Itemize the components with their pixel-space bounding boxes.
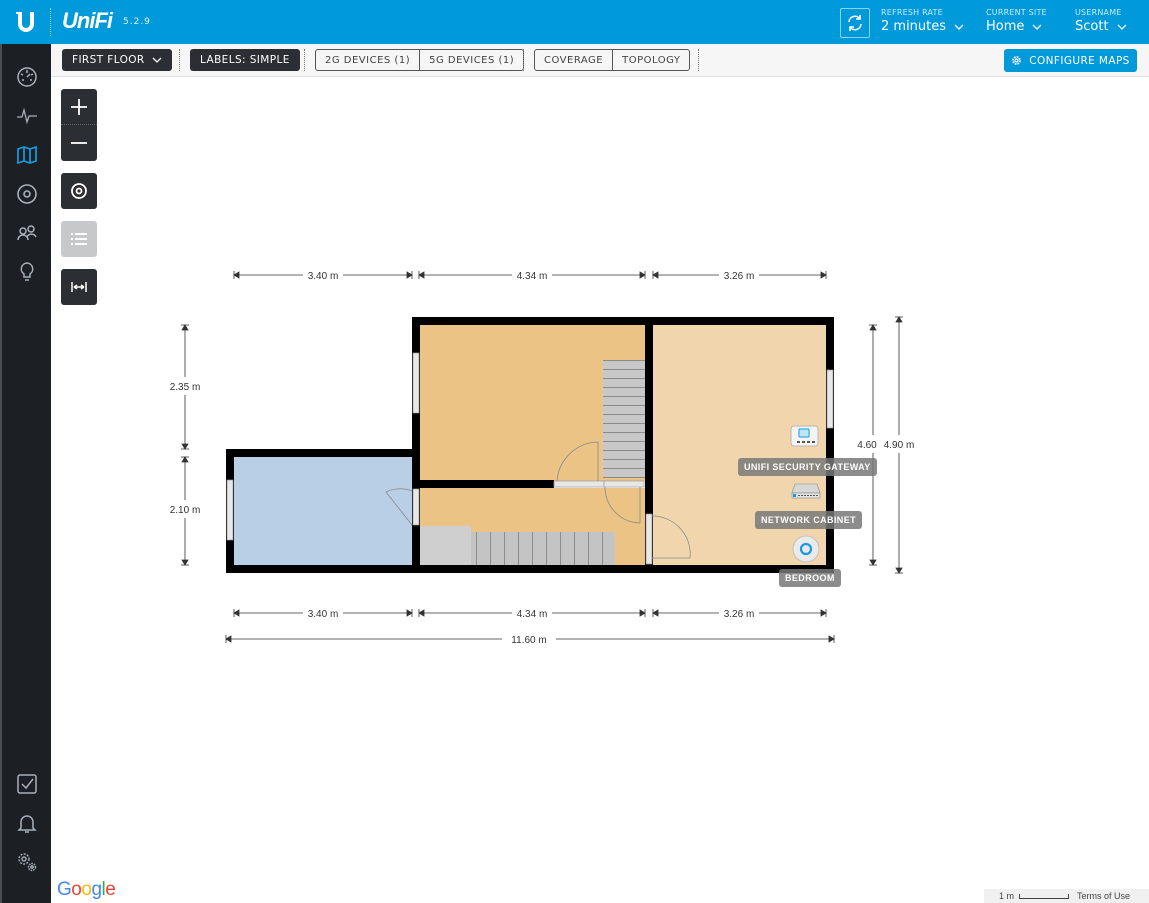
dim-line-left-2-arrow bbox=[181, 456, 189, 463]
dim-line-top-2-arrow bbox=[418, 271, 425, 279]
room-blue[interactable] bbox=[234, 457, 412, 565]
dim-left-1: 2.35 m bbox=[170, 382, 201, 393]
dim-left-2: 2.10 m bbox=[170, 505, 201, 516]
dim-line-total-arrow bbox=[828, 635, 835, 643]
scale-ruler bbox=[1019, 893, 1070, 899]
staircase-horizontal-landing bbox=[419, 526, 471, 565]
dim-line-top-2-arrow bbox=[639, 271, 646, 279]
dim-line-right-1-arrow bbox=[869, 559, 877, 566]
access-point-device-icon[interactable] bbox=[792, 535, 820, 563]
dim-line-left-1-arrow bbox=[181, 443, 189, 450]
staircase-horizontal bbox=[471, 532, 615, 565]
dim-line-top-1-arrow bbox=[406, 271, 413, 279]
dim-line-top-3-arrow bbox=[652, 271, 659, 279]
dim-total: 11.60 m bbox=[511, 635, 546, 646]
floorplan: 3.40 m 4.34 m 3.26 m 3.40 m 4.34 m 3.26 … bbox=[170, 271, 915, 646]
dim-line-top-3-arrow bbox=[820, 271, 827, 279]
dim-line-left-2-arrow bbox=[181, 559, 189, 566]
dim-top-3: 3.26 m bbox=[724, 271, 755, 282]
dim-top-2: 4.34 m bbox=[517, 271, 548, 282]
device-label-network-cabinet[interactable]: NETWORK CABINET bbox=[755, 511, 862, 529]
map-scale-bar: 1 m Terms of Use bbox=[984, 889, 1149, 903]
dim-right-1: 4.60 bbox=[857, 440, 877, 451]
dim-line-bottom-3-arrow bbox=[652, 609, 659, 617]
dim-top-1: 3.40 m bbox=[308, 271, 339, 282]
dim-bottom-1: 3.40 m bbox=[308, 609, 339, 620]
switch-device-icon[interactable] bbox=[791, 483, 821, 499]
dim-bottom-2: 4.34 m bbox=[517, 609, 548, 620]
device-label-security-gateway[interactable]: UNIFI SECURITY GATEWAY bbox=[738, 458, 877, 476]
dim-line-right-2-arrow bbox=[895, 316, 903, 323]
dim-line-total-arrow bbox=[225, 635, 232, 643]
dim-line-bottom-3-arrow bbox=[820, 609, 827, 617]
dim-line-bottom-2-arrow bbox=[639, 609, 646, 617]
dim-line-bottom-1-arrow bbox=[233, 609, 240, 617]
dim-line-bottom-1-arrow bbox=[406, 609, 413, 617]
dim-line-right-1-arrow bbox=[869, 324, 877, 331]
staircase-vertical bbox=[603, 360, 645, 478]
google-logo: Google bbox=[57, 879, 116, 900]
dim-line-bottom-2-arrow bbox=[418, 609, 425, 617]
dim-right-2: 4.90 m bbox=[884, 440, 915, 451]
dim-line-top-1-arrow bbox=[233, 271, 240, 279]
dim-line-left-1-arrow bbox=[181, 324, 189, 331]
scale-label: 1 m bbox=[999, 891, 1015, 901]
terms-of-use-link[interactable]: Terms of Use bbox=[1077, 891, 1130, 901]
gateway-device-icon[interactable] bbox=[790, 425, 819, 447]
dim-bottom-3: 3.26 m bbox=[724, 609, 755, 620]
dim-line-right-2-arrow bbox=[895, 567, 903, 574]
device-label-bedroom[interactable]: BEDROOM bbox=[779, 569, 841, 587]
